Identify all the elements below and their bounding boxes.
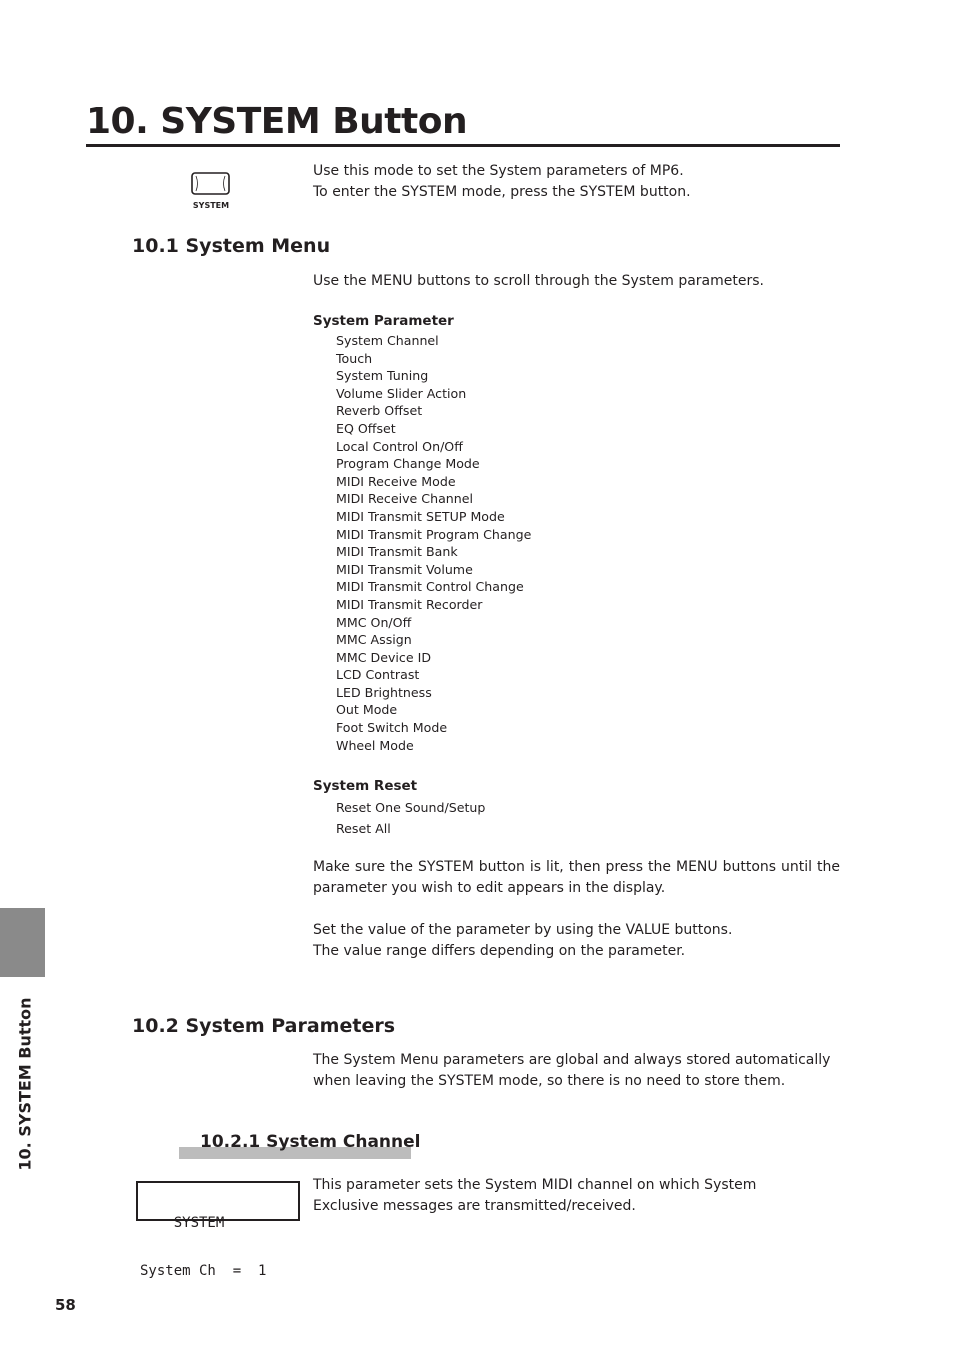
list-item: EQ Offset [336,420,396,436]
title-rule [86,144,840,147]
list-item: LED Brightness [336,684,432,700]
list-item: MIDI Transmit Program Change [336,526,532,542]
reset-list: Reset One Sound/Setup Reset All [336,797,485,839]
page-number: 58 [55,1296,76,1314]
list-item: Program Change Mode [336,456,480,472]
list-item: Volume Slider Action [336,385,467,401]
list-item: MMC Assign [336,632,412,648]
lcd-display: SYSTEM System Ch = 1 [136,1181,300,1279]
reset-heading: System Reset [313,778,418,794]
lcd-line: System Ch = 1 [140,1263,267,1279]
section-heading: 10.1 System Menu [132,235,331,257]
chapter-side-label: 10. SYSTEM Button [15,997,35,1171]
list-item: Local Control On/Off [336,438,463,454]
system-button-label: SYSTEM [192,201,230,210]
list-item: MIDI Transmit Bank [336,544,458,560]
list-item: MIDI Transmit Recorder [336,596,483,612]
param-list: System Channel Touch System Tuning Volume S… [336,332,531,754]
list-item: LCD Contrast [336,667,420,683]
section-text: The System Menu parameters are global an… [313,1052,831,1089]
section-text: This parameter sets the System MIDI chan… [313,1177,757,1214]
list-item: System Channel [336,333,439,348]
list-item: Reset One Sound/Setup [336,800,486,815]
chapter-tab [0,908,45,977]
section-text: Use the MENU buttons to scroll through t… [313,273,764,289]
list-item: Foot Switch Mode [336,720,448,736]
list-item: Reset All [336,821,391,836]
list-item: Reverb Offset [336,403,423,419]
lcd-line: SYSTEM [140,1215,225,1231]
intro-text: Use this mode to set the System paramete… [313,163,691,200]
list-item: Out Mode [336,702,398,718]
list-item: MIDI Receive Channel [336,491,474,507]
list-item: MIDI Receive Mode [336,473,456,489]
paragraph: Make sure the SYSTEM button is lit, then… [313,859,840,896]
list-item: Wheel Mode [336,737,414,753]
subsection-heading: 10.2.1 System Channel [200,1132,421,1152]
list-item: MIDI Transmit SETUP Mode [336,508,505,524]
list-item: Touch [336,350,373,366]
manual-page: 10. SYSTEM Button SYSTEM Use this mode t… [0,0,954,1350]
system-button-icon: SYSTEM [191,172,231,212]
param-heading: System Parameter [313,313,454,329]
paragraph: Set the value of the parameter by using … [313,922,733,959]
section-heading: 10.2 System Parameters [132,1015,396,1037]
list-item: MMC On/Off [336,614,412,630]
list-item: MIDI Transmit Volume [336,561,473,577]
page-title: 10. SYSTEM Button [86,101,468,142]
list-item: System Tuning [336,368,429,384]
list-item: MMC Device ID [336,649,432,665]
list-item: MIDI Transmit Control Change [336,579,524,595]
